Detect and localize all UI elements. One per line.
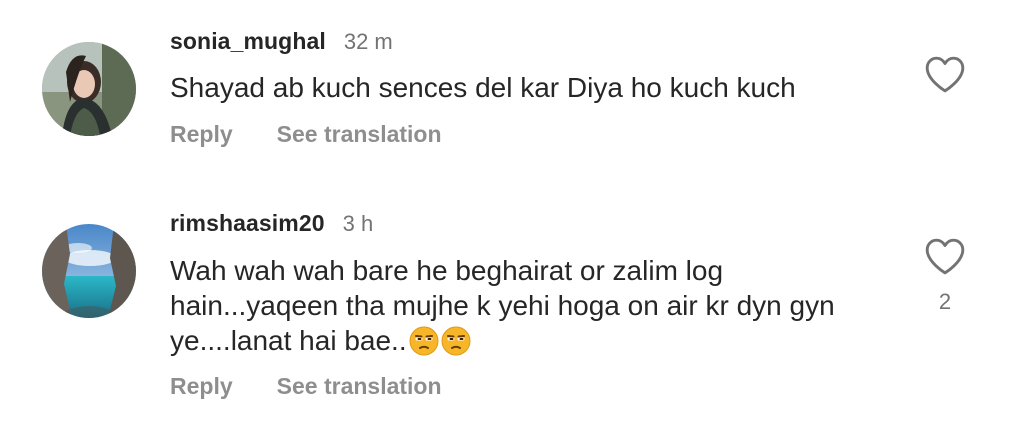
- comment-body: Wah wah wah bare he beghairat or zalim l…: [170, 255, 835, 356]
- timestamp: 3 h: [342, 211, 374, 236]
- avatar[interactable]: [42, 224, 136, 318]
- comment-header: rimshaasim20 3 h: [170, 210, 373, 237]
- reply-button[interactable]: Reply: [170, 121, 233, 148]
- see-translation-button[interactable]: See translation: [277, 121, 442, 148]
- like-button[interactable]: [920, 54, 970, 99]
- heart-outline-icon: [923, 238, 967, 280]
- comment-actions: Reply See translation: [170, 121, 442, 148]
- comment-text: Wah wah wah bare he beghairat or zalim l…: [170, 253, 890, 358]
- comment-header: sonia_mughal 32 m: [170, 28, 393, 55]
- comment-item: rimshaasim20 3 h Wah wah wah bare he beg…: [0, 180, 1024, 448]
- timestamp: 32 m: [343, 29, 393, 54]
- username[interactable]: sonia_mughal: [170, 28, 326, 55]
- see-translation-button[interactable]: See translation: [277, 373, 442, 400]
- comment-text: Shayad ab kuch sences del kar Diya ho ku…: [170, 72, 796, 103]
- heart-outline-icon: [923, 56, 967, 98]
- comment-item: sonia_mughal 32 m Shayad ab kuch sences …: [0, 0, 1024, 180]
- like-button[interactable]: 2: [920, 236, 970, 315]
- reply-button[interactable]: Reply: [170, 373, 233, 400]
- username[interactable]: rimshaasim20: [170, 210, 325, 237]
- avatar[interactable]: [42, 42, 136, 136]
- unamused-face-emoji: [441, 326, 471, 356]
- unamused-face-emoji: [409, 326, 439, 356]
- like-count: 2: [938, 289, 952, 314]
- comment-actions: Reply See translation: [170, 373, 442, 400]
